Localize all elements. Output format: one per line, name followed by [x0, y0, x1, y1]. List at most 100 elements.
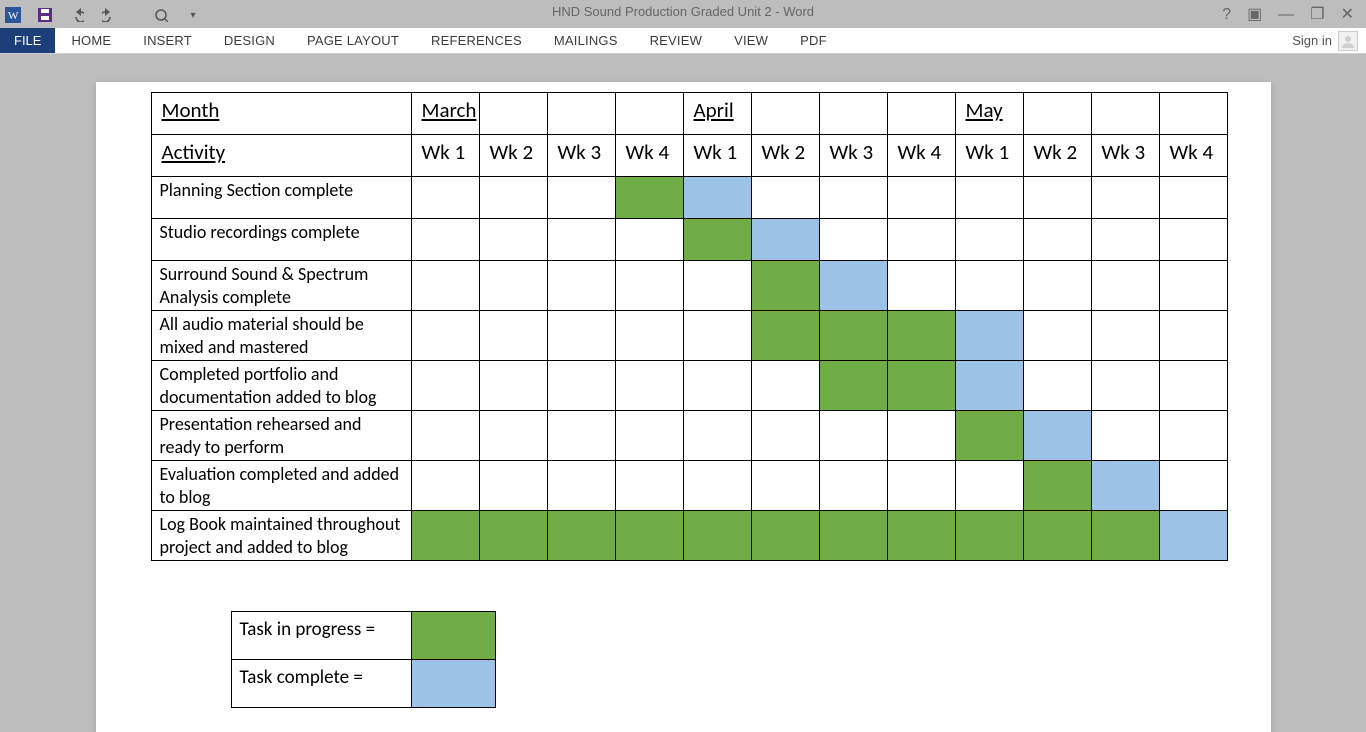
- schedule-cell: [411, 261, 479, 311]
- schedule-cell: [615, 177, 683, 219]
- schedule-cell: [547, 219, 615, 261]
- header-month-cell: [1159, 93, 1227, 135]
- schedule-cell: [1091, 361, 1159, 411]
- schedule-cell: [479, 219, 547, 261]
- qat-customize-icon[interactable]: ▾: [184, 6, 202, 24]
- maximize-button[interactable]: ❐: [1310, 7, 1324, 23]
- schedule-cell: [751, 177, 819, 219]
- legend-complete-label: Task complete =: [231, 660, 411, 708]
- tab-insert[interactable]: INSERT: [127, 28, 208, 53]
- schedule-cell: [1159, 461, 1227, 511]
- schedule-cell: [887, 461, 955, 511]
- schedule-cell: [411, 461, 479, 511]
- tab-file[interactable]: FILE: [0, 28, 55, 53]
- schedule-cell: [1159, 311, 1227, 361]
- schedule-cell: [1091, 511, 1159, 561]
- header-week-cell: Wk 2: [479, 135, 547, 177]
- schedule-cell: [955, 461, 1023, 511]
- header-week-cell: Wk 2: [751, 135, 819, 177]
- schedule-cell: [547, 511, 615, 561]
- activity-cell: Log Book maintained throughout project a…: [151, 511, 411, 561]
- schedule-cell: [1091, 461, 1159, 511]
- schedule-cell: [547, 311, 615, 361]
- header-month-cell: [479, 93, 547, 135]
- user-icon[interactable]: [1338, 31, 1358, 51]
- schedule-cell: [955, 361, 1023, 411]
- ribbon-display-icon[interactable]: ▣: [1247, 7, 1262, 23]
- schedule-cell: [819, 261, 887, 311]
- header-week-cell: Wk 1: [955, 135, 1023, 177]
- tab-mailings[interactable]: MAILINGS: [538, 28, 634, 53]
- schedule-cell: [1091, 177, 1159, 219]
- schedule-cell: [615, 411, 683, 461]
- schedule-cell: [411, 177, 479, 219]
- schedule-cell: [887, 511, 955, 561]
- header-month-cell: [547, 93, 615, 135]
- tab-review[interactable]: REVIEW: [634, 28, 718, 53]
- tab-pdf[interactable]: PDF: [784, 28, 843, 53]
- close-button[interactable]: ✕: [1341, 7, 1354, 23]
- schedule-cell: [683, 311, 751, 361]
- redo-icon[interactable]: [100, 6, 118, 24]
- schedule-cell: [1091, 219, 1159, 261]
- document-scroll-area[interactable]: MonthMarchAprilMayActivityWk 1Wk 2Wk 3Wk…: [0, 54, 1366, 732]
- schedule-cell: [683, 261, 751, 311]
- schedule-cell: [479, 177, 547, 219]
- header-month-cell: [887, 93, 955, 135]
- schedule-cell: [1023, 219, 1091, 261]
- schedule-cell: [479, 261, 547, 311]
- schedule-cell: [1159, 511, 1227, 561]
- tab-references[interactable]: REFERENCES: [415, 28, 538, 53]
- schedule-cell: [1159, 177, 1227, 219]
- schedule-cell: [683, 361, 751, 411]
- schedule-cell: [547, 177, 615, 219]
- schedule-cell: [1159, 219, 1227, 261]
- schedule-cell: [1023, 261, 1091, 311]
- schedule-cell: [819, 511, 887, 561]
- schedule-table: MonthMarchAprilMayActivityWk 1Wk 2Wk 3Wk…: [151, 92, 1228, 561]
- schedule-cell: [615, 311, 683, 361]
- header-month-cell: April: [683, 93, 751, 135]
- header-week-cell: Wk 1: [411, 135, 479, 177]
- schedule-cell: [411, 411, 479, 461]
- header-week-cell: Wk 4: [615, 135, 683, 177]
- schedule-cell: [1159, 411, 1227, 461]
- schedule-cell: [1091, 411, 1159, 461]
- minimize-button[interactable]: —: [1278, 7, 1294, 23]
- sign-in-link[interactable]: Sign in: [1292, 33, 1332, 48]
- legend-complete-swatch: [411, 660, 495, 708]
- schedule-cell: [955, 311, 1023, 361]
- header-month-cell: [819, 93, 887, 135]
- schedule-cell: [751, 219, 819, 261]
- schedule-cell: [751, 411, 819, 461]
- word-app-icon: W: [4, 6, 22, 24]
- schedule-cell: [411, 311, 479, 361]
- schedule-cell: [887, 411, 955, 461]
- save-icon[interactable]: [36, 6, 54, 24]
- window-title: HND Sound Production Graded Unit 2 - Wor…: [0, 4, 1366, 19]
- schedule-cell: [479, 361, 547, 411]
- header-week-cell: Wk 4: [887, 135, 955, 177]
- tab-page-layout[interactable]: PAGE LAYOUT: [291, 28, 415, 53]
- tab-view[interactable]: VIEW: [718, 28, 784, 53]
- schedule-cell: [751, 361, 819, 411]
- tab-design[interactable]: DESIGN: [208, 28, 291, 53]
- tab-home[interactable]: HOME: [55, 28, 127, 53]
- schedule-cell: [819, 177, 887, 219]
- touch-mode-icon[interactable]: [152, 6, 170, 24]
- schedule-cell: [1159, 261, 1227, 311]
- schedule-cell: [955, 411, 1023, 461]
- help-icon[interactable]: ?: [1222, 7, 1231, 23]
- schedule-cell: [887, 177, 955, 219]
- schedule-cell: [887, 311, 955, 361]
- schedule-cell: [479, 461, 547, 511]
- header-month: Month: [151, 93, 411, 135]
- schedule-cell: [1159, 361, 1227, 411]
- schedule-cell: [615, 361, 683, 411]
- schedule-cell: [819, 361, 887, 411]
- schedule-cell: [751, 261, 819, 311]
- undo-icon[interactable]: [68, 6, 86, 24]
- quick-access-toolbar: W ▾ HND Sound Production Graded Unit 2 -…: [0, 0, 1366, 28]
- schedule-cell: [547, 361, 615, 411]
- schedule-cell: [615, 219, 683, 261]
